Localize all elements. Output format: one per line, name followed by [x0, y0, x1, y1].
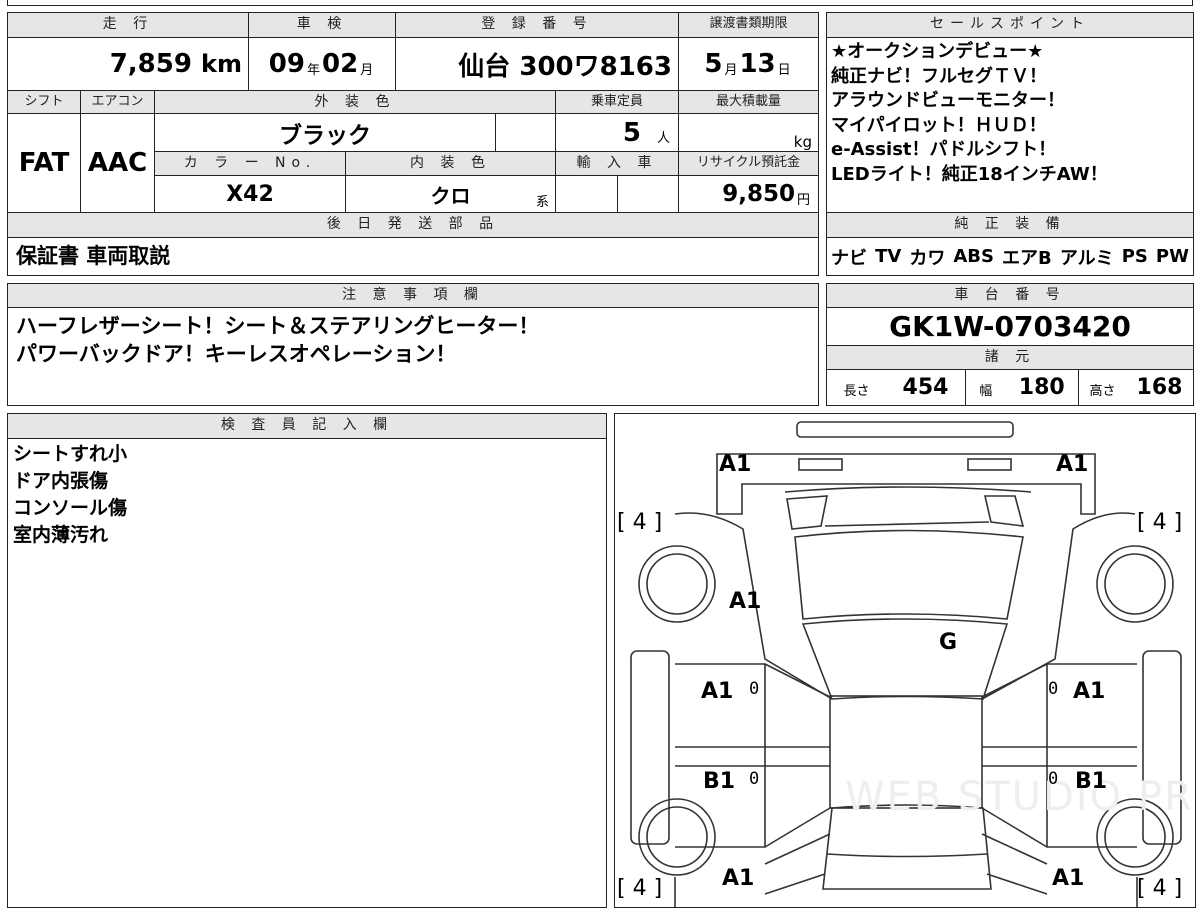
sales-point: マイパイロット！ＨＵＤ！	[831, 114, 1047, 136]
note-line: パワーバックドア！キーレスオペレーション！	[16, 342, 457, 366]
specs-header: 諸 元	[826, 345, 1194, 370]
previous-section-strip	[7, 0, 1193, 6]
damage-door-fr: A1	[1073, 679, 1106, 704]
damage-door-rr: B1	[1075, 769, 1108, 794]
sales-point: LEDライト！純正18インチAW！	[831, 163, 1108, 185]
aircon-header: エアコン	[80, 90, 155, 114]
tire-fl: [ 4 ]	[617, 510, 663, 535]
mark-rl: 0	[749, 769, 760, 789]
mileage-value: 7,859 km	[7, 37, 249, 91]
spec-height: 高さ 168	[1078, 369, 1194, 406]
mileage-header: 走 行	[7, 12, 249, 38]
chassis-no-value: GK1W-0703420	[826, 307, 1194, 346]
inspector-header: 検 査 員 記 入 欄	[7, 413, 607, 439]
later-parts-header: 後 日 発 送 部 品	[7, 212, 819, 238]
color-no-value: X42	[154, 175, 346, 213]
capacity-value: 5人	[555, 113, 679, 152]
mark-fr: 0	[1048, 679, 1059, 699]
import-header: 輸 入 車	[555, 151, 679, 176]
inspection-header: 車 検	[248, 12, 396, 38]
shift-header: シフト	[7, 90, 81, 114]
import-cell-1	[555, 175, 618, 213]
damage-rear-right: A1	[1052, 866, 1085, 891]
damage-rear-left: A1	[722, 866, 755, 891]
interior-color-value: クロ系	[345, 175, 556, 213]
note-line: ハーフレザーシート！シート＆ステアリングヒーター！	[16, 314, 540, 338]
genuine-equipment-header: 純 正 装 備	[826, 212, 1194, 238]
damage-fender-left: A1	[729, 589, 762, 614]
sales-point: 純正ナビ！フルセグＴＶ！	[831, 65, 1047, 87]
inspector-notes: シートすれ小 ドア内張傷 コンソール傷 室内薄汚れ	[7, 438, 607, 908]
equipment-item: PS	[1121, 246, 1148, 267]
color-no-header: カ ラ ー No.	[154, 151, 346, 176]
later-parts-value: 保証書 車両取説	[7, 237, 819, 276]
tire-rr: [ 4 ]	[1137, 876, 1183, 901]
interior-color-header: 内 装 色	[345, 151, 556, 176]
import-cell-2	[617, 175, 679, 213]
equipment-item: エアB	[1002, 247, 1052, 269]
mark-rr: 0	[1048, 769, 1059, 789]
notes-body: ハーフレザーシート！シート＆ステアリングヒーター！ パワーバックドア！キーレスオ…	[7, 307, 819, 406]
genuine-equipment-list: ナビ TV カワ ABS エアB アルミ PS PW	[826, 237, 1194, 276]
inspector-note: ドア内張傷	[13, 470, 109, 492]
tire-rl: [ 4 ]	[617, 876, 663, 901]
inspection-value: 09 年 02 月	[248, 37, 396, 91]
max-load-header: 最大積載量	[678, 90, 819, 114]
deadline-header: 譲渡書類期限	[678, 12, 819, 38]
damage-door-fl: A1	[701, 679, 734, 704]
damage-front-left: A1	[719, 452, 752, 477]
notes-header: 注 意 事 項 欄	[7, 283, 819, 308]
registration-value: 仙台 300ワ8163	[395, 37, 679, 91]
exterior-color-header: 外 装 色	[154, 90, 556, 114]
exterior-color-value: ブラック	[154, 113, 496, 152]
damage-front-right: A1	[1056, 452, 1089, 477]
tire-fr: [ 4 ]	[1137, 510, 1183, 535]
equipment-item: TV	[875, 246, 902, 267]
damage-door-rl: B1	[703, 769, 736, 794]
equipment-item: PW	[1155, 246, 1189, 267]
sales-point: e-Assist！パドルシフト！	[831, 139, 1057, 160]
recycle-value: 9,850 円	[678, 175, 819, 213]
max-load-value: kg	[678, 113, 819, 152]
sales-point: アラウンドビューモニター！	[831, 90, 1065, 111]
mark-fl: 0	[749, 679, 760, 699]
recycle-header: リサイクル預託金	[678, 151, 819, 176]
inspector-note: 室内薄汚れ	[13, 524, 109, 546]
damage-windshield: G	[939, 630, 958, 655]
spec-length: 長さ 454	[826, 369, 966, 406]
aircon-value: AAC	[80, 113, 155, 213]
sales-point: ★オークションデビュー★	[831, 41, 1044, 62]
spec-width: 幅 180	[965, 369, 1079, 406]
registration-header: 登 録 番 号	[395, 12, 679, 38]
exterior-color-extra	[495, 113, 556, 152]
deadline-value: 5 月 13 日	[678, 37, 819, 91]
shift-value: FAT	[7, 113, 81, 213]
equipment-item: アルミ	[1059, 247, 1114, 269]
capacity-header: 乗車定員	[555, 90, 679, 114]
equipment-item: ABS	[953, 246, 994, 267]
sales-points-header: セールスポイント	[826, 12, 1194, 38]
inspector-note: コンソール傷	[13, 497, 128, 519]
chassis-header: 車 台 番 号	[826, 283, 1194, 308]
inspector-note: シートすれ小	[13, 443, 128, 465]
sales-points-list: ★オークションデビュー★ 純正ナビ！フルセグＴＶ！ アラウンドビューモニター！ …	[826, 37, 1194, 213]
equipment-item: カワ	[909, 247, 946, 269]
damage-diagram: WEB STUDIO PRO A1 A1 [ 4 ] [ 4 ] A1 G A1…	[614, 413, 1196, 908]
equipment-item: ナビ	[831, 247, 868, 269]
car-outline	[630, 421, 1182, 907]
watermark: WEB STUDIO PRO	[845, 774, 1196, 820]
